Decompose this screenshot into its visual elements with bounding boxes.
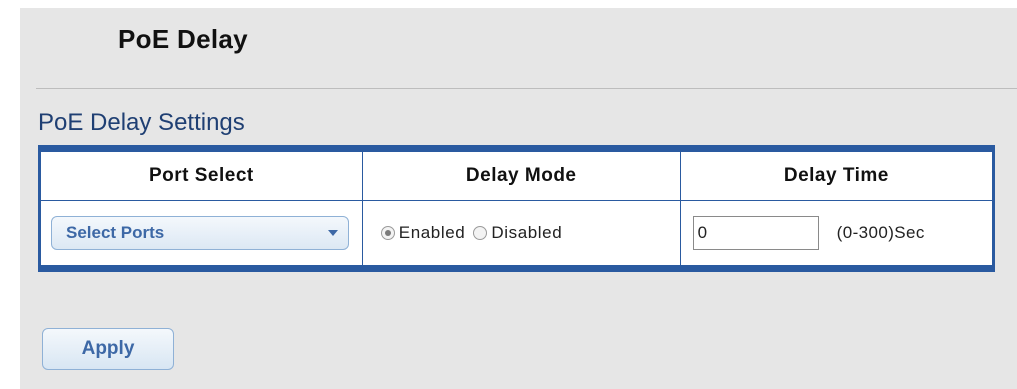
- delay-time-range-label: (0-300)Sec: [836, 223, 925, 242]
- table-header-row: Port Select Delay Mode Delay Time: [40, 151, 994, 201]
- enabled-radio[interactable]: [380, 226, 395, 240]
- divider: [36, 88, 1017, 89]
- settings-table: Port Select Delay Mode Delay Time Select…: [38, 145, 995, 272]
- section-title: PoE Delay Settings: [38, 109, 245, 136]
- disabled-radio[interactable]: [473, 226, 488, 240]
- table-row: Select Ports Enabled Disabled (0-300)Sec: [40, 200, 994, 266]
- disabled-radio-label[interactable]: Disabled: [491, 223, 562, 243]
- header-delay-mode: Delay Mode: [361, 151, 681, 201]
- delay-mode-cell: Enabled Disabled: [361, 200, 681, 266]
- header-port-select: Port Select: [40, 151, 363, 201]
- select-ports-label: Select Ports: [66, 223, 165, 242]
- chevron-down-icon: [328, 230, 338, 236]
- enabled-radio-label[interactable]: Enabled: [399, 223, 466, 243]
- delay-time-cell: (0-300)Sec: [679, 200, 994, 266]
- select-ports-dropdown[interactable]: Select Ports: [51, 216, 349, 250]
- delay-time-input[interactable]: [692, 216, 819, 250]
- page-title: PoE Delay: [118, 24, 248, 54]
- port-select-cell: Select Ports: [40, 200, 363, 266]
- header-delay-time: Delay Time: [679, 151, 994, 201]
- apply-button[interactable]: Apply: [42, 328, 174, 370]
- radio-selected-dot: [384, 230, 391, 236]
